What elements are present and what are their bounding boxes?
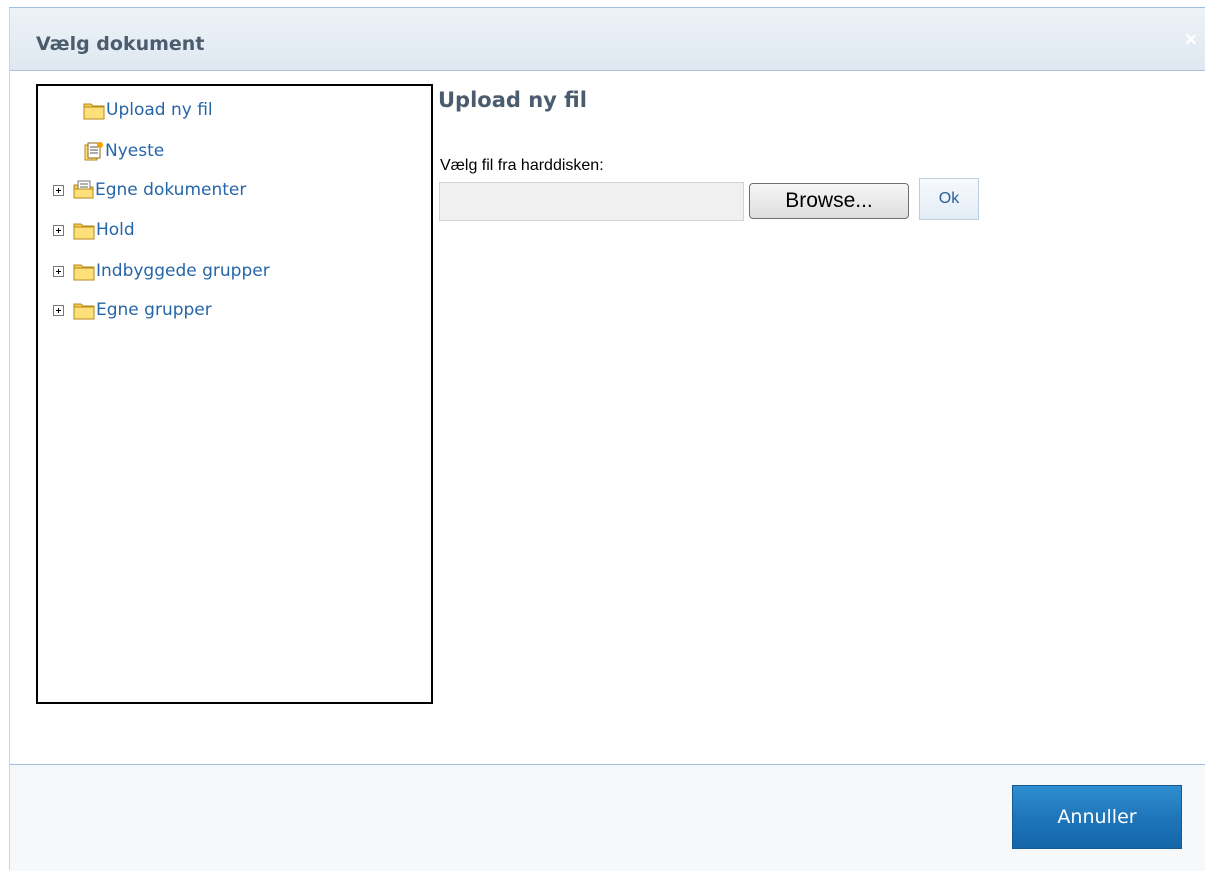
tree-item-built-in-groups[interactable]: Indbyggede grupper: [53, 259, 270, 283]
tree-item-upload-new-file[interactable]: Upload ny fil: [83, 98, 213, 122]
folder-icon: [83, 103, 105, 119]
folder-icon: [73, 303, 95, 319]
document-new-icon: [84, 142, 103, 161]
dialog-title: Vælg dokument: [36, 33, 205, 55]
folder-icon: [73, 264, 95, 280]
ok-button[interactable]: Ok: [919, 178, 979, 220]
folder-icon: [73, 223, 95, 239]
close-icon[interactable]: ×: [1182, 30, 1200, 50]
upload-heading: Upload ny fil: [438, 88, 587, 112]
tree-item-hold[interactable]: Hold: [53, 218, 135, 242]
cancel-button[interactable]: Annuller: [1012, 785, 1182, 849]
tree-item-label: Nyeste: [105, 141, 165, 161]
file-path-input[interactable]: [439, 182, 744, 221]
tree-item-own-documents[interactable]: Egne dokumenter: [53, 178, 246, 202]
tree-item-label: Upload ny fil: [106, 100, 213, 120]
dialog-titlebar: Vælg dokument ×: [10, 8, 1205, 71]
expand-icon[interactable]: [53, 265, 64, 277]
tree-item-label: Egne dokumenter: [95, 180, 247, 200]
documents-folder-icon: [73, 180, 94, 199]
expand-icon[interactable]: [53, 304, 64, 316]
browse-button[interactable]: Browse...: [749, 183, 909, 219]
choose-document-dialog: Vælg dokument × Upload ny fil Nyeste Egn…: [9, 7, 1205, 871]
document-tree: Upload ny fil Nyeste Egne dokumenter Hol…: [36, 84, 433, 704]
expand-icon[interactable]: [53, 184, 64, 196]
tree-item-label: Hold: [96, 220, 135, 240]
tree-item-own-groups[interactable]: Egne grupper: [53, 298, 212, 322]
tree-item-label: Indbyggede grupper: [96, 261, 270, 281]
tree-item-newest[interactable]: Nyeste: [83, 139, 164, 163]
tree-item-label: Egne grupper: [96, 300, 212, 320]
expand-icon[interactable]: [53, 224, 64, 236]
file-field-label: Vælg fil fra harddisken:: [440, 157, 604, 174]
